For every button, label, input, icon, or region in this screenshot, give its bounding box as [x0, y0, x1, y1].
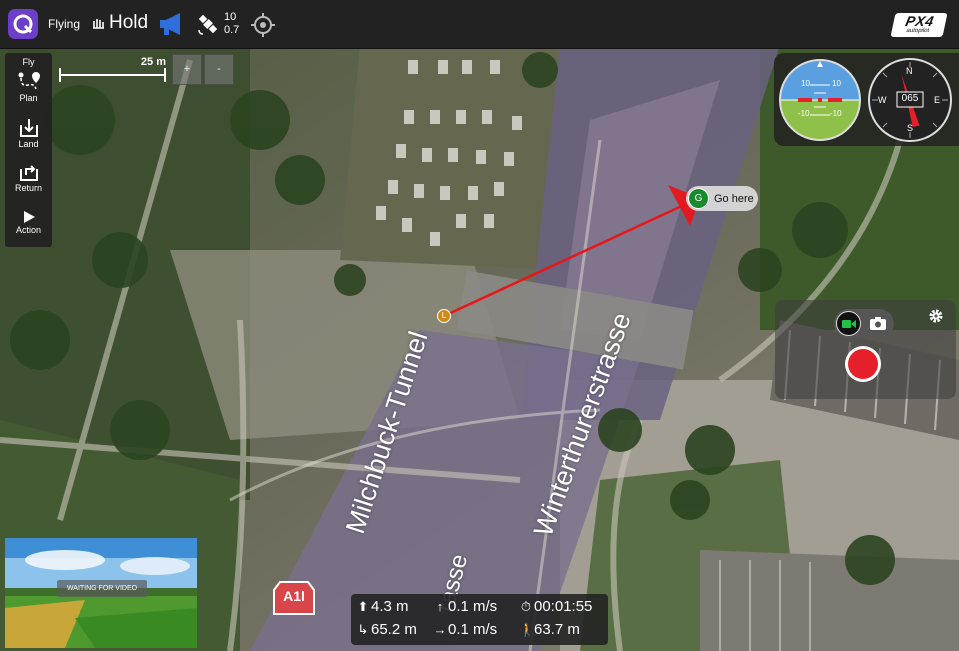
- camera-mode-toggle[interactable]: [834, 309, 894, 338]
- gps-hdop: 0.7: [224, 24, 240, 36]
- plan-route-icon: [18, 72, 40, 90]
- px4-logo-text: PX4: [904, 13, 936, 29]
- instrument-panel[interactable]: 10 10 -10 -10 N W E S 065: [774, 53, 959, 146]
- tool-action[interactable]: Action: [5, 209, 52, 235]
- top-toolbar: Flying Hold 10 0.7 PX4 autopilot: [0, 0, 959, 49]
- app-logo-icon[interactable]: [8, 9, 38, 39]
- map-scale: 25 m: [56, 56, 168, 86]
- hold-mode-icon: [93, 19, 104, 29]
- arrow-up-icon: ↑: [436, 599, 444, 614]
- stopwatch-icon: ⏱: [520, 599, 532, 614]
- video-window[interactable]: WAITING FOR VIDEO: [5, 538, 197, 648]
- tool-return-label: Return: [14, 183, 42, 193]
- vehicle-status[interactable]: Flying: [48, 17, 80, 31]
- attitude-mark-top-right: 10: [832, 79, 841, 88]
- record-icon: [848, 349, 878, 379]
- tool-fly[interactable]: Fly: [5, 57, 52, 67]
- satellite-glyph: [198, 14, 218, 35]
- compass-west: W: [878, 95, 887, 105]
- zoom-out-button[interactable]: -: [204, 54, 234, 85]
- attitude-mark-bottom-left: -10: [798, 109, 810, 118]
- highway-shield: A1l: [272, 580, 316, 616]
- megaphone-glyph: [160, 13, 180, 35]
- tool-land[interactable]: Land: [5, 117, 52, 149]
- tool-return[interactable]: Return: [5, 161, 52, 193]
- horizontal-speed-value: → 0.1 m/s: [433, 621, 498, 638]
- tool-land-label: Land: [18, 139, 39, 149]
- photo-camera-icon[interactable]: [870, 316, 886, 330]
- qgc-glyph: [13, 14, 33, 34]
- instrument-graphics: [779, 58, 952, 142]
- arrow-right-icon: →: [433, 622, 447, 637]
- satellite-icon[interactable]: [195, 11, 221, 42]
- flight-time-text: 00:01:55: [534, 598, 593, 615]
- play-icon: [23, 211, 35, 223]
- land-icon: [19, 119, 38, 137]
- telemetry-panel[interactable]: ⬆ 4.3 m ↑ 0.1 m/s ⏱ 00:01:55 ↳ 65.2 m → 0.1 m…: [351, 594, 608, 645]
- go-here-g-icon: G: [688, 188, 709, 209]
- tool-plan[interactable]: Plan: [5, 69, 52, 103]
- vehicle-marker[interactable]: L: [437, 309, 451, 323]
- flight-mode-selector[interactable]: Hold: [91, 12, 148, 34]
- video-camera-icon[interactable]: [836, 311, 861, 336]
- target-glyph: [251, 13, 275, 37]
- go-here-marker[interactable]: G Go here: [686, 186, 758, 211]
- altitude-value: ⬆ 4.3 m: [356, 598, 409, 615]
- compass-east: E: [934, 95, 941, 105]
- flight-time-value: ⏱ 00:01:55: [519, 598, 592, 615]
- video-glyph: [841, 319, 856, 328]
- arrow-up-bar-icon: ⬆: [357, 599, 369, 614]
- record-button[interactable]: [845, 346, 881, 382]
- tool-fly-label: Fly: [22, 57, 35, 67]
- attitude-mark-bottom-right: -10: [830, 109, 842, 118]
- shield-text: A1l: [283, 588, 305, 604]
- gps-status: 10 0.7: [224, 11, 239, 37]
- walking-person-icon: 🚶: [519, 622, 536, 637]
- compass-south: S: [907, 123, 914, 133]
- map-scale-label: 25 m: [140, 56, 166, 68]
- go-here-label: Go here: [714, 192, 754, 205]
- arrow-turn-icon: ↳: [357, 622, 369, 637]
- gps-satellite-count: 10: [224, 11, 237, 23]
- compass-north: N: [906, 66, 913, 76]
- vertical-speed-value: ↑ 0.1 m/s: [433, 598, 497, 615]
- scale-tick-right: [164, 68, 166, 82]
- distance-gcs-text: 63.7 m: [534, 621, 580, 638]
- megaphone-icon[interactable]: [158, 11, 186, 42]
- flight-mode-label: Hold: [109, 12, 149, 33]
- distance-gcs-value: 🚶63.7 m: [519, 621, 580, 638]
- px4-logo: PX4 autopilot: [890, 13, 948, 37]
- compass-heading: 065: [901, 93, 919, 104]
- px4-logo-subtext: autopilot: [905, 28, 930, 34]
- horizontal-speed-text: 0.1 m/s: [448, 621, 498, 638]
- distance-home-text: 65.2 m: [371, 621, 417, 638]
- video-status: WAITING FOR VIDEO: [57, 580, 147, 597]
- scale-tick-left: [59, 68, 61, 82]
- return-icon: [19, 165, 38, 181]
- tool-plan-label: Plan: [19, 93, 38, 103]
- scale-bar: [59, 74, 166, 76]
- altitude-text: 4.3 m: [371, 598, 409, 615]
- tool-action-label: Action: [15, 225, 41, 235]
- gear-icon[interactable]: [928, 308, 944, 324]
- attitude-mark-top-left: 10: [801, 79, 810, 88]
- tool-strip: Fly Plan Land Return Action: [5, 53, 52, 247]
- distance-home-value: ↳ 65.2 m: [356, 621, 417, 638]
- vertical-speed-text: 0.1 m/s: [448, 598, 498, 615]
- camera-panel: [775, 300, 956, 399]
- zoom-in-button[interactable]: +: [172, 54, 202, 85]
- target-icon[interactable]: [250, 12, 276, 43]
